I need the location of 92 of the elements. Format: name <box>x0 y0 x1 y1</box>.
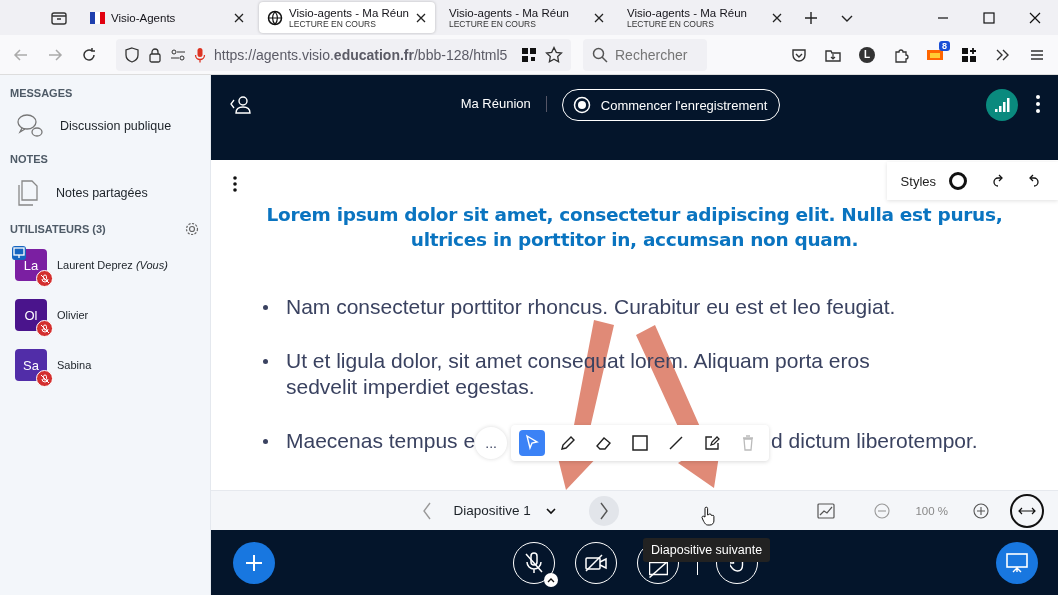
arrow-right-icon <box>47 46 63 63</box>
settings-icon <box>184 221 200 237</box>
record-icon <box>572 96 591 114</box>
arrow-left-icon <box>13 46 29 63</box>
address-bar[interactable]: https://agents.visio.education.fr/bbb-128/html5 <box>116 38 571 71</box>
user-item[interactable]: La Laurent Deprez (Vous) <box>10 237 200 287</box>
extension-button[interactable]: 8 <box>920 39 950 70</box>
section-title: MESSAGES <box>10 87 74 99</box>
close-icon <box>770 11 783 24</box>
notes-item[interactable]: Notes partagées <box>10 165 200 221</box>
undo-button[interactable] <box>1028 174 1040 188</box>
close-icon <box>414 11 427 24</box>
close-icon <box>233 11 245 24</box>
presentation-button[interactable] <box>996 541 1038 584</box>
settings-button[interactable] <box>184 221 200 237</box>
flag-icon <box>89 9 105 26</box>
edit-icon <box>703 434 722 452</box>
close-icon <box>592 11 605 24</box>
documents-icon <box>16 179 40 207</box>
bullet-dot <box>263 305 268 310</box>
signal-icon <box>994 97 1010 113</box>
folder-icon <box>50 9 68 26</box>
presentation-menu-button[interactable] <box>233 176 237 192</box>
presentation-icon <box>1006 552 1028 573</box>
profile-avatar: L <box>859 46 875 63</box>
circle-icon <box>948 171 968 191</box>
puzzle-icon <box>893 46 909 63</box>
user-item[interactable]: Ol Olivier <box>10 287 200 337</box>
camera-off-icon <box>585 553 607 572</box>
bullet-text: Nam consectetur porttitor rhoncus. Curabitur eu est et leo feugiat. <box>286 294 896 320</box>
browser-tab[interactable]: Visio-Agents <box>81 2 253 33</box>
zoom-level: 100 % <box>914 504 949 517</box>
connection-button[interactable] <box>986 89 1018 121</box>
audio-options-button[interactable] <box>544 572 558 587</box>
search-icon <box>592 46 608 63</box>
plus-icon <box>244 552 264 573</box>
redo-icon <box>992 174 1004 188</box>
more-tools-button[interactable]: ... <box>475 427 508 459</box>
section-title: NOTES <box>10 153 49 165</box>
more-vertical-icon <box>1036 95 1040 113</box>
undo-icon <box>1028 174 1040 188</box>
browser-tab[interactable]: Visio-agents - Ma Réun LECTURE EN COURS <box>440 2 613 33</box>
browser-tab[interactable]: Visio-agents - Ma Réun LECTURE EN COURS <box>618 2 791 33</box>
meeting-title: Ma Réunion <box>460 96 531 111</box>
slide-select[interactable]: Diapositive 1 <box>447 503 563 518</box>
star-icon <box>545 45 563 64</box>
chevron-right-icon <box>598 501 609 520</box>
screen-off-icon <box>648 561 668 578</box>
actions-button[interactable] <box>233 541 275 584</box>
reload-icon <box>81 46 97 63</box>
sliders-icon <box>170 47 186 62</box>
pocket-icon <box>791 46 807 63</box>
fit-width-button[interactable] <box>1010 493 1044 528</box>
mic-off-icon <box>524 551 544 574</box>
close-icon <box>1029 11 1041 24</box>
maximize-icon <box>983 11 995 24</box>
profile-button[interactable]: L <box>852 39 882 70</box>
bullet-text: Maecenas tempus e <box>286 428 476 454</box>
hand-cursor-icon <box>701 506 715 526</box>
bullet-text: d dictum liberotempor. <box>771 428 978 454</box>
next-slide-button[interactable] <box>588 495 619 526</box>
user-icon <box>229 94 251 114</box>
grid-icon <box>961 46 977 63</box>
arrows-horizontal-icon <box>1018 505 1036 516</box>
chevron-left-icon <box>421 501 432 520</box>
lock-icon <box>148 46 162 63</box>
line-icon <box>667 434 686 452</box>
url-text: https://agents.visio.education.fr/bbb-128/html5 <box>214 46 509 63</box>
shield-icon <box>124 46 140 63</box>
browser-tab[interactable]: Visio-agents - Ma Réun LECTURE EN COURS <box>259 2 435 33</box>
styles-button[interactable]: Styles <box>900 173 936 189</box>
bullet-dot <box>263 359 268 364</box>
more-vertical-icon <box>233 176 237 192</box>
square-icon <box>631 434 650 452</box>
search-field[interactable]: Rechercher <box>583 38 707 71</box>
redo-button[interactable] <box>992 174 1004 188</box>
chat-item[interactable]: Discussion publique <box>10 99 200 153</box>
chevron-up-icon <box>547 576 555 583</box>
bullet-dot <box>263 439 268 444</box>
notification-badge: 8 <box>939 40 950 51</box>
globe-icon <box>267 9 283 26</box>
slide-title: Lorem ipsum dolor sit amet, consectetur adipiscing elit. Nulla est purus, ultrices in porttitor in, accumsan non quam. <box>265 203 1004 252</box>
section-title: UTILISATEURS (3) <box>10 223 106 235</box>
tooltip: Diapositive suivante <box>643 538 771 562</box>
minus-circle-icon <box>874 502 891 519</box>
user-item[interactable]: Sa Sabina <box>10 337 200 387</box>
chat-icon <box>16 113 44 139</box>
chart-icon <box>817 502 836 519</box>
plus-circle-icon <box>973 502 989 519</box>
qr-icon <box>521 46 537 63</box>
plus-icon <box>803 10 818 25</box>
microphone-icon <box>194 46 206 63</box>
